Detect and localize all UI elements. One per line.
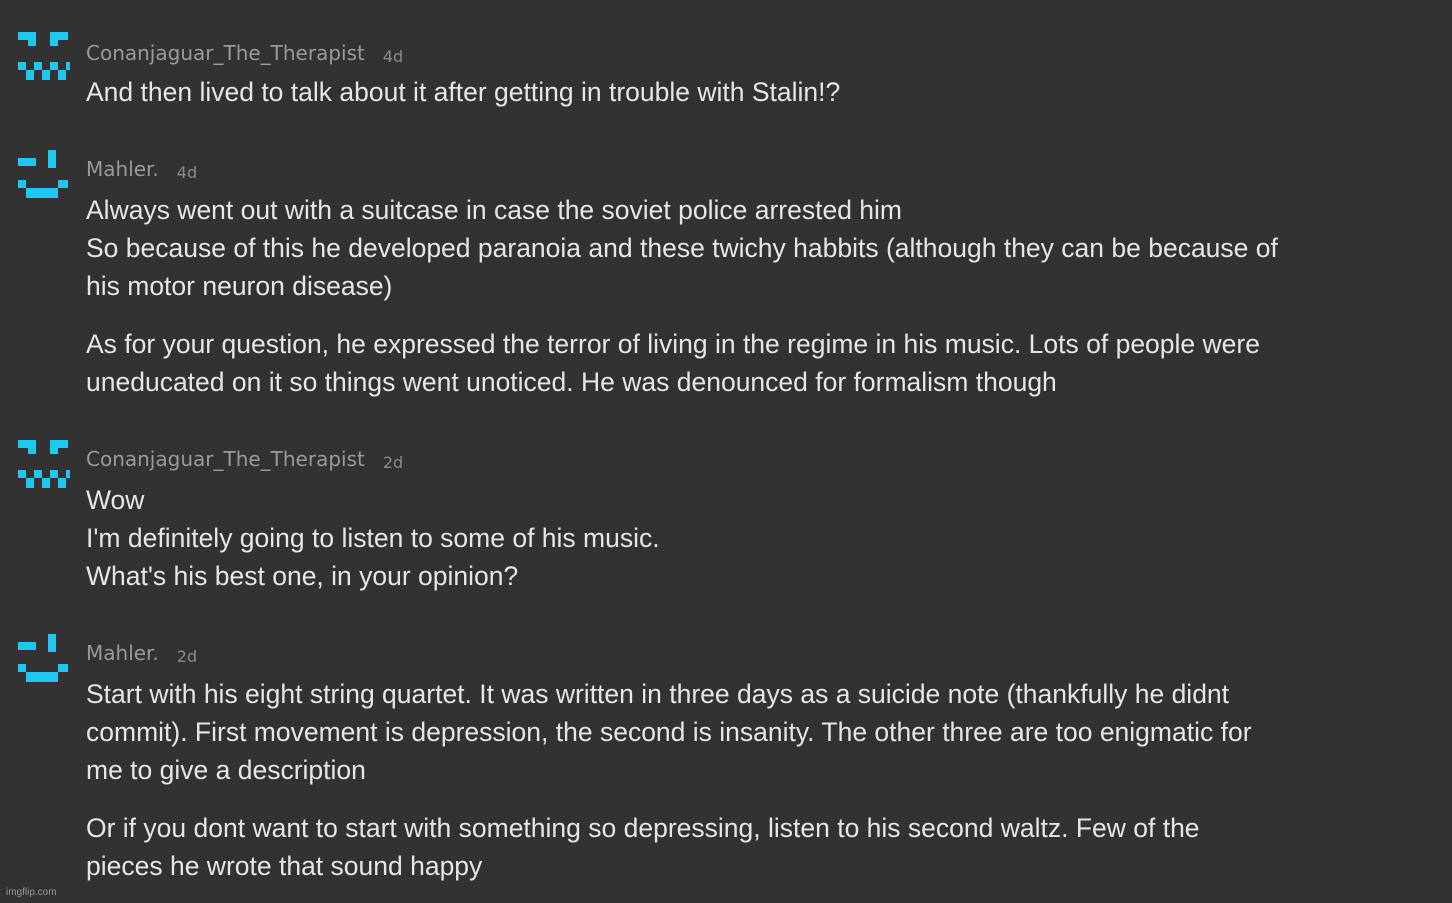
comment-text-line: So because of this he developed paranoia… [86,233,1278,263]
comment-meta: Mahler. 4d [86,156,197,185]
comment-text-line: me to give a description [86,755,366,785]
comment-meta: Conanjaguar_The_Therapist 2d [86,446,403,475]
comment-text-line: And then lived to talk about it after ge… [86,77,841,107]
pixel-face-frown-icon[interactable] [18,440,70,492]
username-link[interactable]: Conanjaguar_The_Therapist [86,447,365,471]
comment-body: Start with his eight string quartet. It … [86,675,1441,885]
comment-text-line: his motor neuron disease) [86,271,393,301]
comment-paragraph: Wow I'm definitely going to listen to so… [86,481,1441,595]
watermark: imgflip.com [6,887,57,898]
comment-text-line: What's his best one, in your opinion? [86,561,519,591]
pixel-face-smile-icon[interactable] [18,634,70,686]
timestamp: 4d [176,163,198,182]
pixel-face-smile-icon[interactable] [18,150,70,202]
comment-body: Wow I'm definitely going to listen to so… [86,481,1441,595]
comment-text-line: uneducated on it so things went unoticed… [86,367,1057,397]
timestamp: 2d [382,453,404,472]
comment-paragraph: As for your question, he expressed the t… [86,325,1441,401]
username-link[interactable]: Conanjaguar_The_Therapist [86,41,365,65]
comment-meta: Conanjaguar_The_Therapist 4d [86,40,403,69]
comment-text-line: I'm definitely going to listen to some o… [86,523,660,553]
comment-body: And then lived to talk about it after ge… [86,73,1441,111]
comment-paragraph: Or if you dont want to start with someth… [86,809,1441,885]
comment-text-line: Wow [86,485,145,515]
comment-body: Always went out with a suitcase in case … [86,191,1441,401]
comment-paragraph: Start with his eight string quartet. It … [86,675,1441,789]
comment-text-line: Or if you dont want to start with someth… [86,813,1200,843]
comment-text-line: Start with his eight string quartet. It … [86,679,1230,709]
comment-text-line: As for your question, he expressed the t… [86,329,1260,359]
comment-meta: Mahler. 2d [86,640,197,669]
username-link[interactable]: Mahler. [86,641,159,665]
comment-text-line: pieces he wrote that sound happy [86,851,483,881]
comment-paragraph: And then lived to talk about it after ge… [86,73,1441,111]
comment-text-line: commit). First movement is depression, t… [86,717,1252,747]
timestamp: 4d [382,47,404,66]
timestamp: 2d [176,647,198,666]
pixel-face-frown-icon[interactable] [18,32,70,84]
comment-paragraph: Always went out with a suitcase in case … [86,191,1441,305]
username-link[interactable]: Mahler. [86,157,159,181]
comment-text-line: Always went out with a suitcase in case … [86,195,903,225]
